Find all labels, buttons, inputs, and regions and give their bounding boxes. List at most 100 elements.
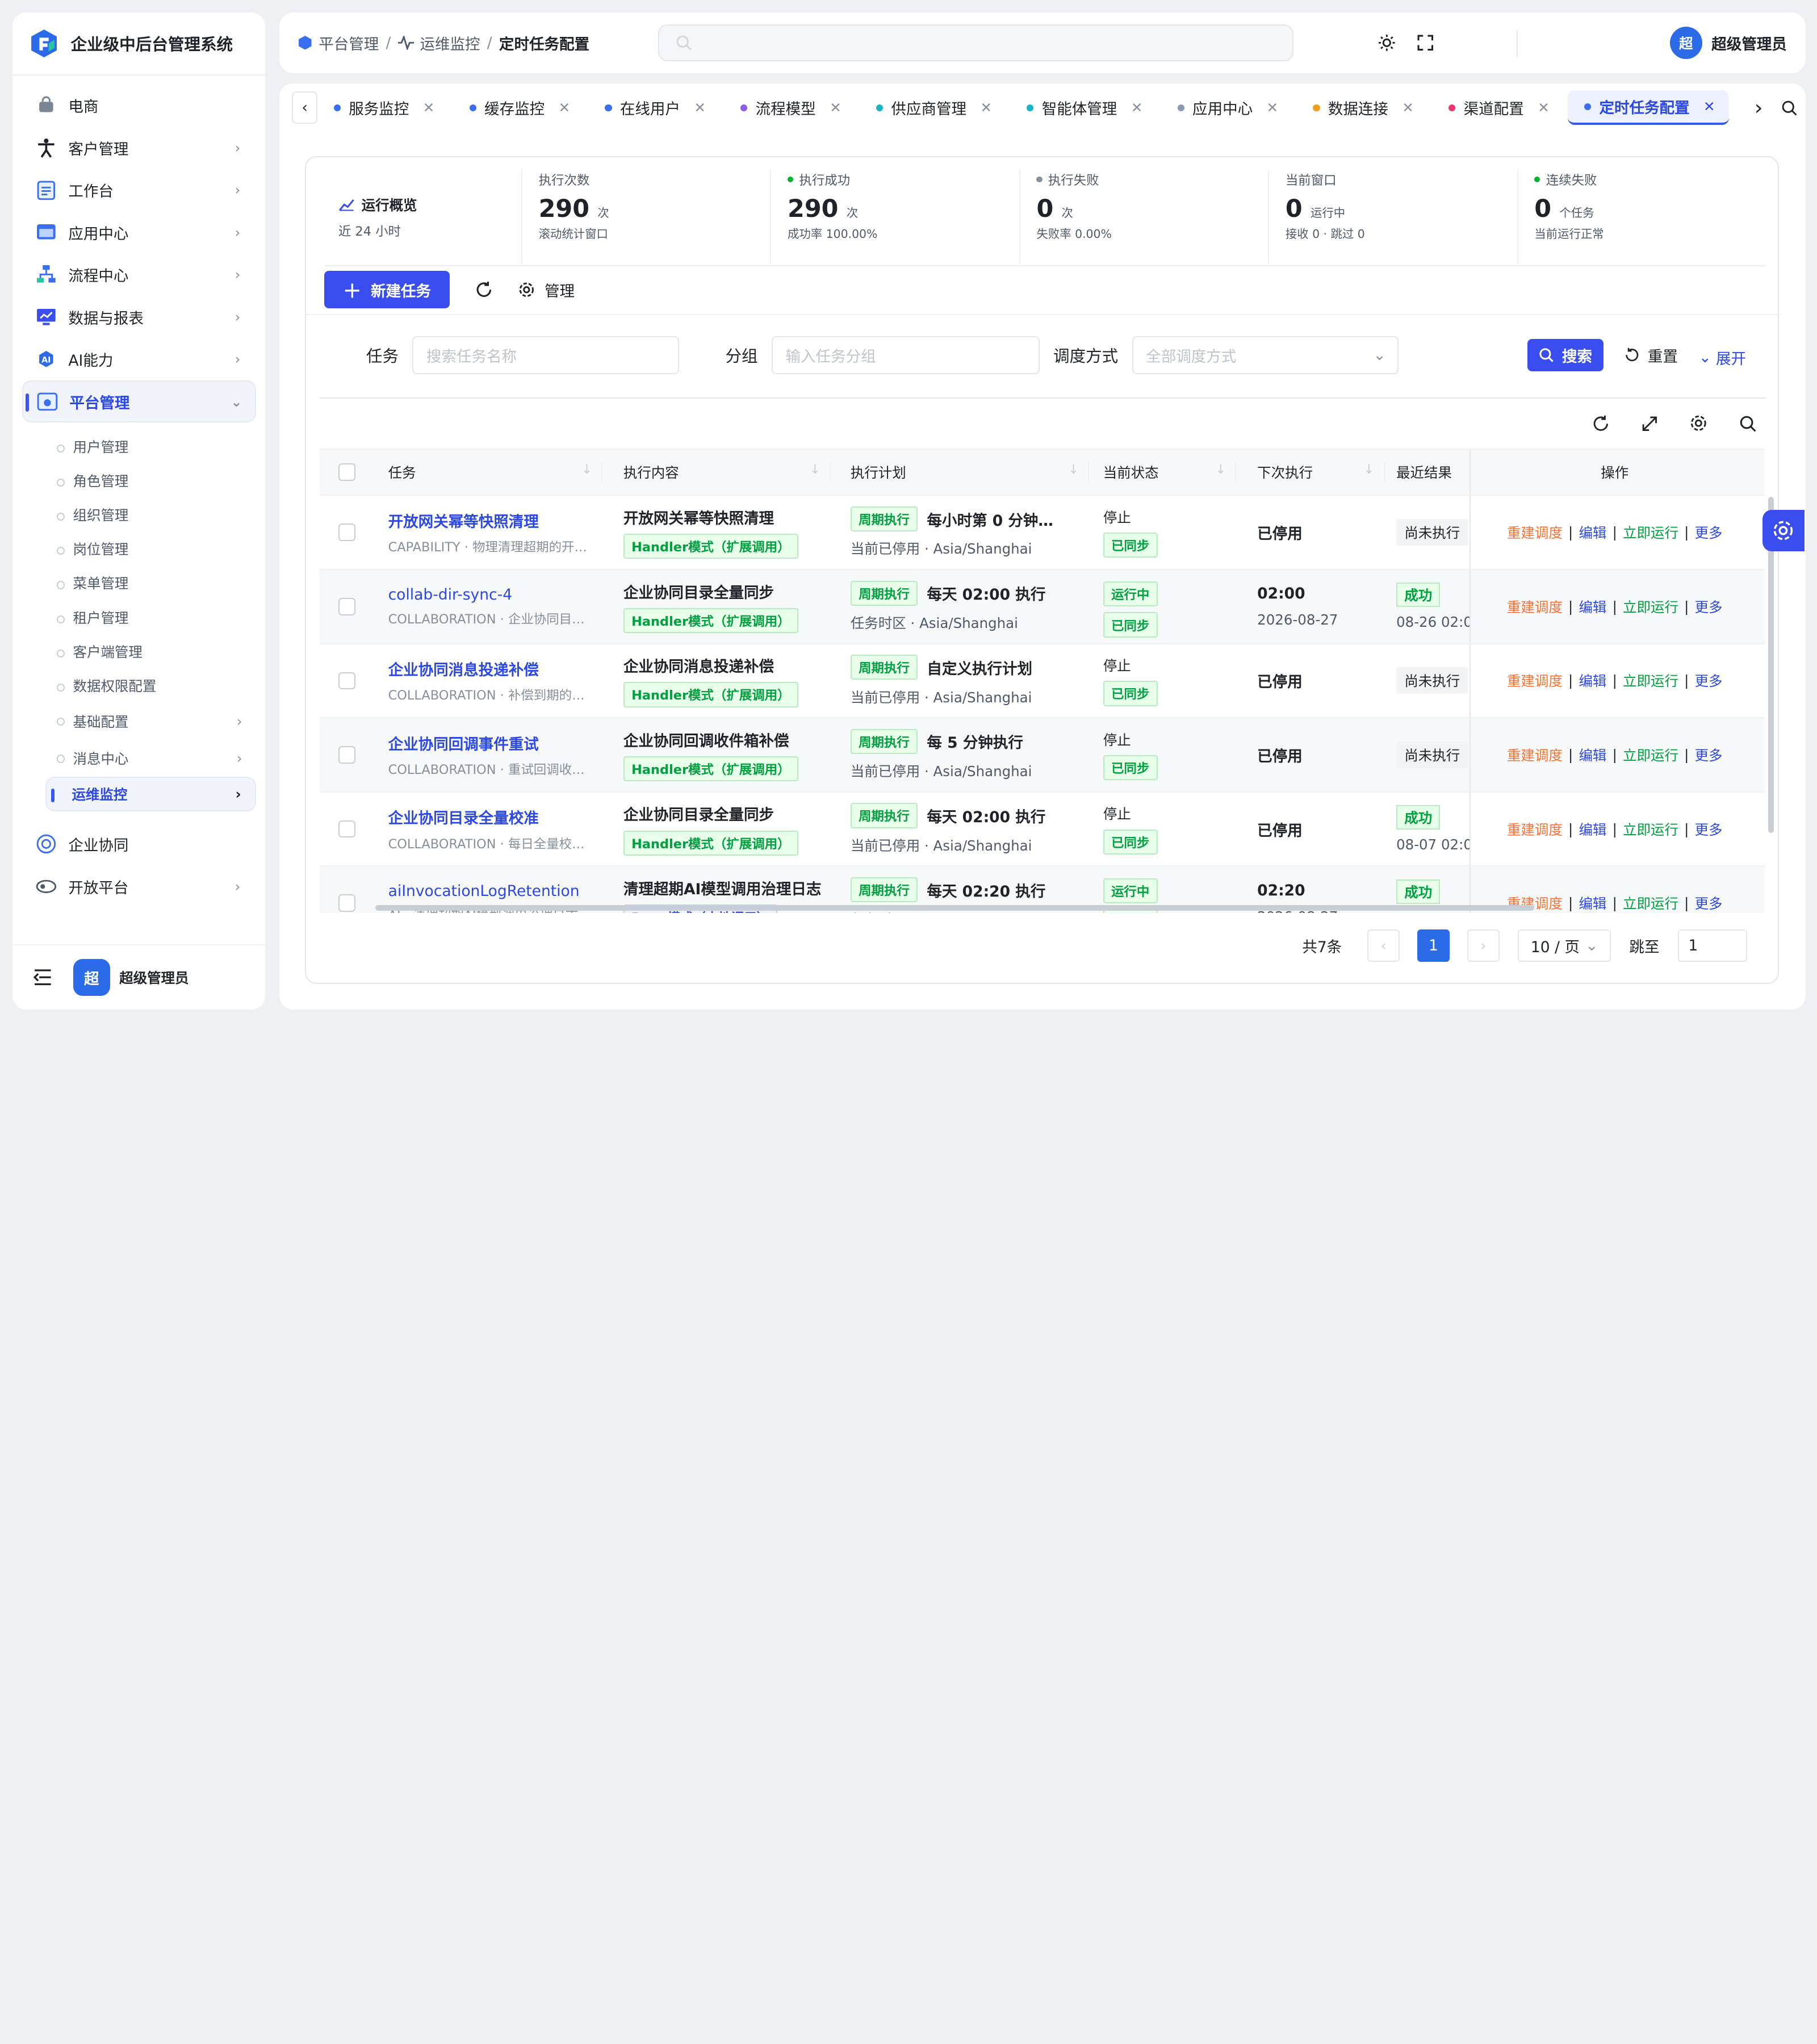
tab-data-connect[interactable]: 数据连接 ✕ <box>1297 90 1428 125</box>
sidebar-item-ecommerce[interactable]: 电商 <box>22 85 256 126</box>
sidebar-item-customers[interactable]: 客户管理 › <box>22 127 256 168</box>
reset-button[interactable]: 重置 <box>1625 344 1678 366</box>
table-row[interactable]: collab-dir-sync-4 COLLABORATION · 企业协同目录全… <box>320 569 1765 644</box>
tab-cache-monitor[interactable]: 缓存监控 ✕ <box>453 90 584 125</box>
tabs-scroll-left-button[interactable]: ‹ <box>292 91 318 124</box>
row-checkbox[interactable] <box>338 672 356 690</box>
run-now-link[interactable]: 立即运行 <box>1623 893 1678 913</box>
column-header-exec[interactable]: 执行内容 ↓ <box>602 462 831 483</box>
more-link[interactable]: 更多 <box>1695 745 1723 765</box>
sort-icon[interactable]: ↓ <box>1364 462 1375 482</box>
task-name-link[interactable]: 企业协同消息投递补偿 <box>388 657 603 680</box>
run-now-link[interactable]: 立即运行 <box>1623 671 1678 690</box>
more-link[interactable]: 更多 <box>1695 819 1723 839</box>
more-link[interactable]: 更多 <box>1695 522 1723 542</box>
submenu-item-roles[interactable]: 角色管理 <box>56 463 256 497</box>
horizontal-scrollbar[interactable] <box>375 904 1534 911</box>
rebuild-schedule-link[interactable]: 重建调度 <box>1507 522 1563 542</box>
rebuild-schedule-link[interactable]: 重建调度 <box>1507 819 1563 839</box>
tab-agents[interactable]: 智能体管理 ✕ <box>1011 90 1157 125</box>
next-page-button[interactable]: › <box>1467 929 1500 962</box>
new-task-button[interactable]: ＋ 新建任务 <box>324 271 450 308</box>
collapse-menu-icon[interactable] <box>34 969 52 986</box>
tab-app-center[interactable]: 应用中心 ✕ <box>1161 90 1292 125</box>
manage-button[interactable]: 管理 <box>518 279 575 301</box>
refresh-icon[interactable] <box>475 281 493 299</box>
sort-icon[interactable]: ↓ <box>581 462 592 482</box>
sidebar-item-app-center[interactable]: 应用中心 › <box>22 211 256 253</box>
close-icon[interactable]: ✕ <box>694 99 706 116</box>
sidebar-item-workbench[interactable]: 工作台 › <box>22 169 256 211</box>
expand-filters-link[interactable]: ⌄ 展开 <box>1699 346 1746 368</box>
page-size-select[interactable]: 10 / 页 ⌄ <box>1518 929 1611 962</box>
sidebar-item-platform[interactable]: 平台管理 ⌄ <box>22 380 257 422</box>
close-icon[interactable]: ✕ <box>830 99 841 116</box>
table-row[interactable]: 企业协同目录全量校准 COLLABORATION · 每日全量校准目录 企业协同目… <box>320 792 1765 867</box>
task-name-input[interactable]: 搜索任务名称 <box>412 336 679 375</box>
task-name-link[interactable]: aiInvocationLogRetention <box>388 882 603 900</box>
close-icon[interactable]: ✕ <box>1538 99 1550 116</box>
header-user[interactable]: 超 超级管理员 <box>1669 26 1787 60</box>
close-icon[interactable]: ✕ <box>423 99 435 116</box>
close-icon[interactable]: ✕ <box>559 99 571 116</box>
table-row[interactable]: 开放网关幂等快照清理 CAPABILITY · 物理清理超期的开放网关幂等快照 开… <box>320 496 1765 570</box>
rebuild-schedule-link[interactable]: 重建调度 <box>1507 597 1563 617</box>
row-checkbox[interactable] <box>338 597 356 615</box>
gear-icon[interactable] <box>1689 414 1708 433</box>
run-now-link[interactable]: 立即运行 <box>1623 819 1678 839</box>
tab-online-users[interactable]: 在线用户 ✕ <box>589 90 720 125</box>
table-row[interactable]: 企业协同回调事件重试 COLLABORATION · 重试回调收件箱事件 企业协同… <box>320 718 1765 793</box>
theme-sun-icon[interactable] <box>1378 33 1396 52</box>
edit-link[interactable]: 编辑 <box>1579 745 1606 765</box>
run-now-link[interactable]: 立即运行 <box>1623 597 1678 617</box>
task-name-link[interactable]: 开放网关幂等快照清理 <box>388 509 603 531</box>
schedule-mode-select[interactable]: 全部调度方式 ⌄ <box>1132 336 1399 375</box>
group-input[interactable]: 输入任务分组 <box>772 336 1040 375</box>
close-icon[interactable]: ✕ <box>1703 98 1715 115</box>
sidebar-item-process-center[interactable]: 流程中心 › <box>22 254 256 295</box>
task-name-link[interactable]: 企业协同目录全量校准 <box>388 806 603 828</box>
sort-icon[interactable]: ↓ <box>810 462 820 482</box>
breadcrumb-item[interactable]: 运维监控 <box>420 32 480 54</box>
global-search-input[interactable] <box>658 24 1293 62</box>
submenu-item-posts[interactable]: 岗位管理 <box>56 532 256 566</box>
submenu-item-users[interactable]: 用户管理 <box>56 429 256 463</box>
close-icon[interactable]: ✕ <box>1402 99 1414 116</box>
select-all-checkbox[interactable] <box>338 463 356 481</box>
tab-channel-config[interactable]: 渠道配置 ✕ <box>1433 90 1564 125</box>
fullscreen-icon[interactable] <box>1417 35 1434 51</box>
run-now-link[interactable]: 立即运行 <box>1623 522 1678 542</box>
floating-settings-button[interactable] <box>1762 509 1805 552</box>
search-button[interactable]: 搜索 <box>1527 338 1604 371</box>
task-name-link[interactable]: collab-dir-sync-4 <box>388 586 603 604</box>
chevron-right-icon[interactable]: › <box>1755 95 1763 120</box>
edit-link[interactable]: 编辑 <box>1579 819 1606 839</box>
search-icon[interactable] <box>1739 415 1757 433</box>
row-checkbox[interactable] <box>338 820 356 838</box>
refresh-icon[interactable] <box>1592 415 1610 433</box>
sidebar-item-data-reports[interactable]: 数据与报表 › <box>22 296 256 337</box>
more-link[interactable]: 更多 <box>1695 893 1723 913</box>
sidebar-item-ai[interactable]: AI AI能力 › <box>22 338 256 380</box>
column-header-task[interactable]: 任务 ↓ <box>374 462 603 483</box>
avatar[interactable]: 超 <box>73 958 110 996</box>
tab-process-model[interactable]: 流程模型 ✕ <box>725 90 856 125</box>
task-name-link[interactable]: 企业协同回调事件重试 <box>388 732 603 754</box>
tab-service-monitor[interactable]: 服务监控 ✕ <box>317 90 449 125</box>
submenu-item-clients[interactable]: 客户端管理 <box>56 634 256 668</box>
row-checkbox[interactable] <box>338 523 356 541</box>
submenu-item-tenants[interactable]: 租户管理 <box>56 600 256 634</box>
tab-supplier[interactable]: 供应商管理 ✕ <box>860 90 1006 125</box>
row-checkbox[interactable] <box>338 894 356 912</box>
submenu-item-ops-monitor[interactable]: 运维监控 › <box>45 777 257 812</box>
more-link[interactable]: 更多 <box>1695 597 1723 617</box>
table-row[interactable]: 企业协同消息投递补偿 COLLABORATION · 补偿到期的消息投递 企业协同… <box>320 644 1765 719</box>
submenu-item-menus[interactable]: 菜单管理 <box>56 566 256 600</box>
rebuild-schedule-link[interactable]: 重建调度 <box>1507 671 1563 690</box>
row-checkbox[interactable] <box>338 746 356 764</box>
breadcrumb-item[interactable]: 平台管理 <box>319 32 379 54</box>
edit-link[interactable]: 编辑 <box>1579 893 1606 913</box>
run-now-link[interactable]: 立即运行 <box>1623 745 1678 765</box>
sidebar-item-collab[interactable]: 企业协同 <box>22 823 256 865</box>
edit-link[interactable]: 编辑 <box>1579 597 1606 617</box>
